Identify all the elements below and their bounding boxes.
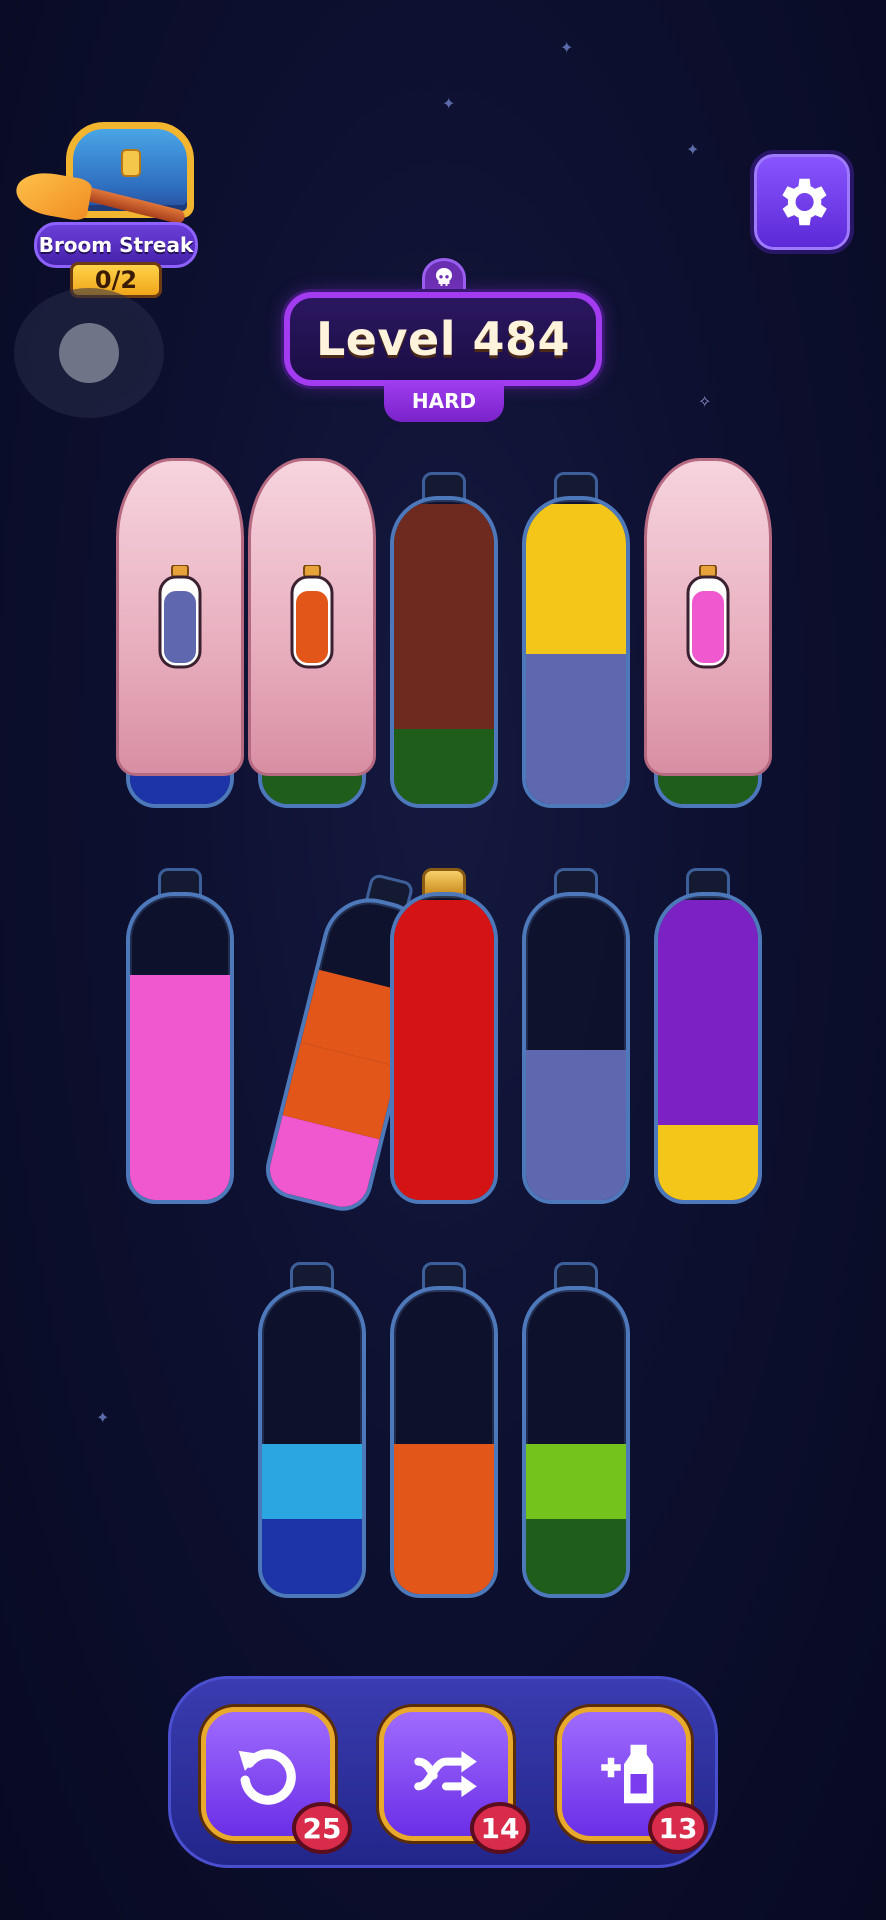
lock-icon	[121, 149, 141, 177]
level-banner: Level 484	[284, 292, 602, 386]
bottle-body	[522, 892, 630, 1204]
liquid-layer	[394, 729, 494, 804]
bottle[interactable]	[248, 458, 376, 808]
star-icon: ✦	[560, 38, 574, 57]
liquid-layer	[394, 1125, 494, 1200]
floating-assistive-button[interactable]	[28, 302, 150, 404]
bottle[interactable]	[644, 458, 772, 808]
bottle[interactable]	[522, 472, 630, 808]
bottle[interactable]	[522, 1262, 630, 1598]
bottle-body	[522, 496, 630, 808]
potion-hint-icon	[686, 565, 730, 669]
broom-streak-progress: 0/2	[70, 262, 162, 298]
star-icon: ✦	[96, 1408, 110, 1427]
bottle-body	[654, 892, 762, 1204]
add-bottle-icon	[601, 1744, 654, 1804]
liquid-layer	[658, 1050, 758, 1125]
liquid-layer	[394, 1519, 494, 1594]
potion-hint-icon	[158, 565, 202, 669]
liquid-layer	[526, 1444, 626, 1519]
bottle-body	[258, 1286, 366, 1598]
liquid-layer	[394, 975, 494, 1050]
bottle-body	[522, 1286, 630, 1598]
bottle-body	[390, 892, 498, 1204]
liquid-stack	[130, 975, 230, 1200]
liquid-stack	[394, 504, 494, 804]
mystery-cover	[248, 458, 376, 776]
liquid-stack	[526, 504, 626, 804]
liquid-layer	[526, 504, 626, 579]
potion-hint-icon	[290, 565, 334, 669]
bottle-body	[390, 496, 498, 808]
booster-toolbar: 25 14 13	[168, 1676, 718, 1868]
settings-button[interactable]	[750, 150, 854, 254]
level-title: Level 484	[316, 312, 570, 366]
bottle[interactable]	[522, 868, 630, 1204]
liquid-layer	[130, 975, 230, 1050]
bottle[interactable]	[654, 868, 762, 1204]
mystery-cover	[644, 458, 772, 776]
undo-button[interactable]: 25	[201, 1707, 352, 1854]
liquid-layer	[526, 579, 626, 654]
shuffle-icon	[414, 1750, 477, 1798]
liquid-layer	[394, 1050, 494, 1125]
liquid-layer	[526, 1519, 626, 1594]
liquid-layer	[526, 729, 626, 804]
liquid-stack	[526, 1444, 626, 1594]
shuffle-count: 14	[470, 1802, 530, 1854]
bottle[interactable]	[390, 1262, 498, 1598]
liquid-layer	[526, 1125, 626, 1200]
bottle[interactable]	[390, 472, 498, 808]
liquid-stack	[262, 1444, 362, 1594]
liquid-stack	[658, 900, 758, 1200]
broom-streak-widget[interactable]: Broom Streak 0/2	[12, 118, 210, 298]
star-icon: ✧	[698, 392, 712, 411]
undo-icon	[238, 1749, 296, 1805]
liquid-layer	[394, 1444, 494, 1519]
mystery-cover	[116, 458, 244, 776]
add-bottle-count: 13	[648, 1802, 708, 1854]
liquid-layer	[262, 1519, 362, 1594]
difficulty-badge: HARD	[384, 380, 504, 422]
liquid-layer	[262, 1444, 362, 1519]
liquid-stack	[394, 1444, 494, 1594]
liquid-layer	[394, 504, 494, 579]
liquid-layer	[658, 1125, 758, 1200]
star-icon: ✦	[686, 140, 700, 159]
liquid-layer	[394, 654, 494, 729]
bottle[interactable]	[116, 458, 244, 808]
liquid-layer	[526, 654, 626, 729]
bottle[interactable]	[390, 868, 498, 1204]
liquid-layer	[130, 1125, 230, 1200]
liquid-layer	[658, 900, 758, 975]
bottle[interactable]	[126, 868, 234, 1204]
liquid-layer	[526, 1050, 626, 1125]
add-bottle-button[interactable]: 13	[557, 1707, 708, 1854]
liquid-layer	[394, 579, 494, 654]
bottle-body	[390, 1286, 498, 1598]
circle-icon	[59, 323, 119, 383]
liquid-layer	[130, 1050, 230, 1125]
star-icon: ✦	[442, 94, 456, 113]
liquid-layer	[658, 975, 758, 1050]
gear-icon	[782, 178, 827, 226]
liquid-stack	[526, 1050, 626, 1200]
shuffle-button[interactable]: 14	[379, 1707, 530, 1854]
liquid-stack	[394, 900, 494, 1200]
liquid-layer	[394, 900, 494, 975]
bottle-body	[126, 892, 234, 1204]
undo-count: 25	[292, 1802, 352, 1854]
bottle[interactable]	[258, 1262, 366, 1598]
